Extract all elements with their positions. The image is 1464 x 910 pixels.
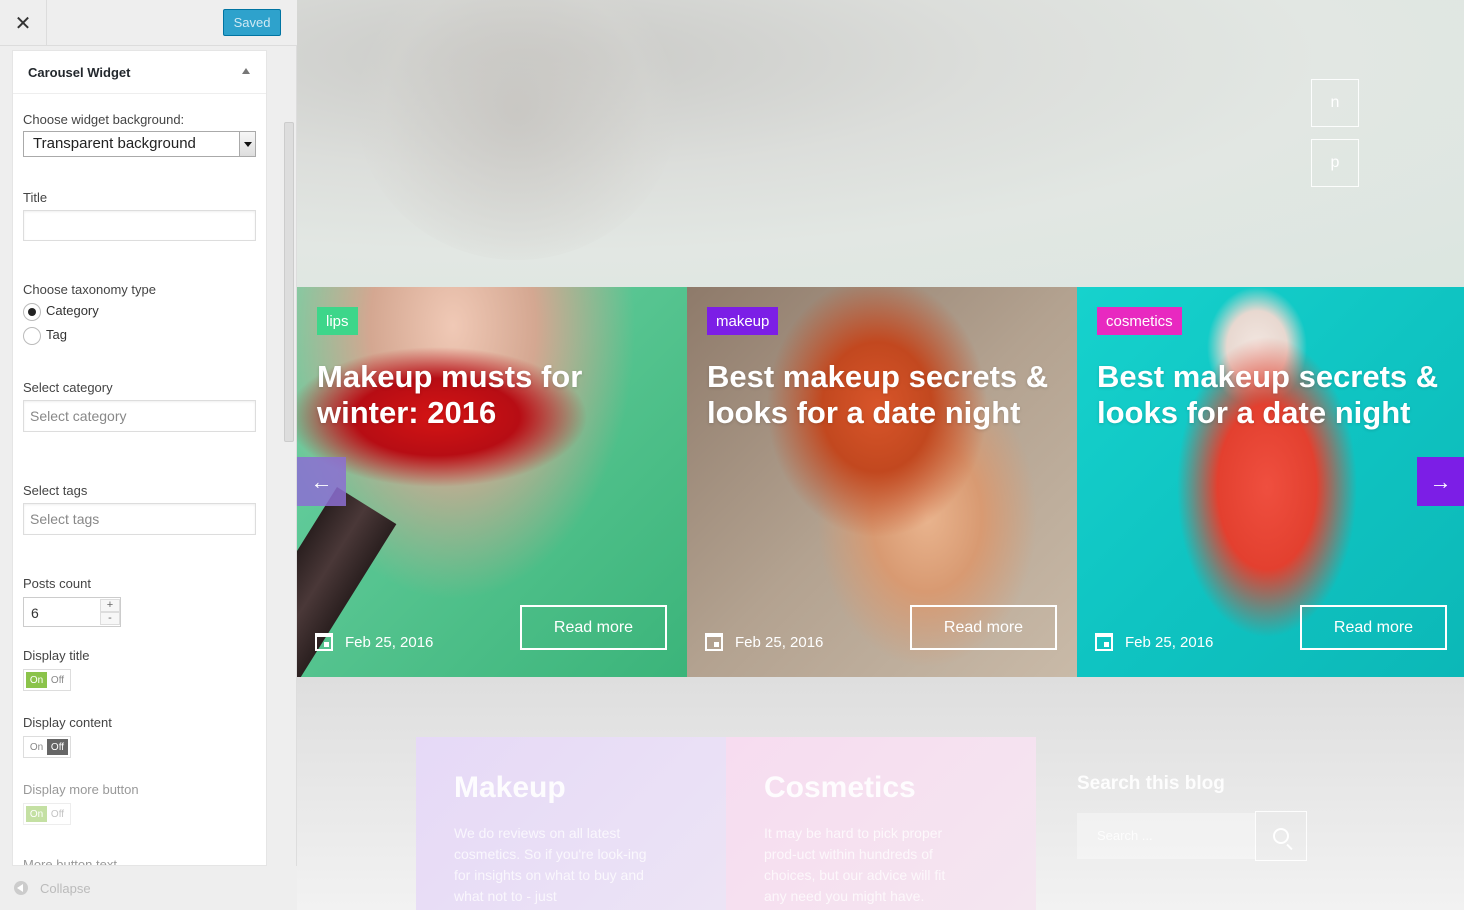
collapse-up-icon[interactable]: [242, 68, 250, 74]
title-label: Title: [23, 190, 48, 205]
carousel-card[interactable]: cosmetics Best makeup secrets & looks fo…: [1077, 287, 1464, 677]
display-title-label: Display title: [23, 648, 90, 663]
search-icon: [1273, 828, 1289, 844]
read-more-button[interactable]: Read more: [910, 605, 1057, 650]
saved-button[interactable]: Saved: [223, 9, 281, 36]
read-more-button[interactable]: Read more: [520, 605, 667, 650]
calendar-icon: [705, 633, 723, 651]
close-icon[interactable]: ✕: [0, 0, 47, 46]
search-input[interactable]: Search ...: [1077, 813, 1255, 859]
calendar-icon: [315, 633, 333, 651]
card-tag[interactable]: cosmetics: [1097, 307, 1182, 335]
toggle-on: On: [29, 741, 44, 753]
widget-title: Carousel Widget: [28, 64, 131, 80]
card-title[interactable]: Best makeup secrets & looks for a date n…: [1097, 359, 1457, 431]
display-more-toggle[interactable]: On Off: [23, 803, 71, 825]
taxonomy-label: Choose taxonomy type: [23, 282, 156, 297]
hero-next-button[interactable]: n: [1311, 79, 1359, 127]
sidebar-scrollbar[interactable]: [281, 46, 295, 866]
hero-image: [357, 0, 677, 260]
display-content-toggle[interactable]: On Off: [23, 736, 71, 758]
sidebar-header: ✕ Saved: [0, 0, 297, 46]
tags-select[interactable]: Select tags: [23, 503, 256, 535]
category-text: We do reviews on all latest cosmetics. S…: [454, 825, 647, 904]
collapse-bar[interactable]: Collapse: [0, 866, 297, 910]
toggle-off: Off: [50, 808, 65, 820]
background-select-value: Transparent background: [33, 135, 196, 152]
dropdown-arrow-icon[interactable]: [239, 132, 255, 156]
posts-count-value: 6: [31, 605, 39, 621]
category-title: Cosmetics: [764, 771, 916, 804]
widget-header[interactable]: Carousel Widget: [13, 51, 266, 94]
category-label: Select category: [23, 380, 113, 395]
toggle-off: Off: [50, 674, 65, 686]
category-text: It may be hard to pick proper prod-uct w…: [764, 825, 946, 904]
search-title: Search this blog: [1077, 773, 1225, 794]
radio-category-label: Category: [46, 303, 99, 318]
read-more-button[interactable]: Read more: [1300, 605, 1447, 650]
more-button-text-label: More button text: [23, 857, 117, 866]
display-more-label: Display more button: [23, 782, 139, 797]
radio-tag[interactable]: [23, 327, 41, 345]
hero-prev-button[interactable]: p: [1311, 139, 1359, 187]
search-button[interactable]: [1255, 811, 1307, 861]
scrollbar-thumb[interactable]: [284, 122, 294, 442]
toggle-off: Off: [47, 739, 68, 755]
carousel-card[interactable]: makeup Best makeup secrets & looks for a…: [687, 287, 1077, 677]
calendar-icon: [1095, 633, 1113, 651]
collapse-icon[interactable]: [14, 881, 28, 895]
site-preview: n p lips Makeup musts for winter: 2016 F…: [297, 0, 1464, 910]
radio-tag-label: Tag: [46, 327, 67, 342]
increment-icon[interactable]: +: [100, 599, 120, 612]
display-title-toggle[interactable]: On Off: [23, 669, 71, 691]
radio-category[interactable]: [23, 303, 41, 321]
card-date: Feb 25, 2016: [1125, 634, 1214, 651]
customizer-sidebar: ✕ Saved Carousel Widget Choose widget ba…: [0, 0, 297, 910]
widget-panel: Carousel Widget Choose widget background…: [12, 50, 267, 866]
category-select[interactable]: Select category: [23, 400, 256, 432]
hero-section: n p: [297, 0, 1464, 287]
carousel-card[interactable]: lips Makeup musts for winter: 2016 Feb 2…: [297, 287, 687, 677]
category-card-makeup[interactable]: Makeup We do reviews on all latest cosme…: [416, 737, 726, 910]
card-title[interactable]: Best makeup secrets & looks for a date n…: [707, 359, 1067, 431]
decrement-icon[interactable]: -: [100, 612, 120, 625]
card-date: Feb 25, 2016: [735, 634, 824, 651]
posts-count-stepper[interactable]: 6 + -: [23, 597, 121, 627]
posts-count-label: Posts count: [23, 576, 91, 591]
display-content-label: Display content: [23, 715, 112, 730]
toggle-on: On: [26, 806, 47, 822]
category-card-cosmetics[interactable]: Cosmetics It may be hard to pick proper …: [726, 737, 1036, 910]
card-date: Feb 25, 2016: [345, 634, 434, 651]
card-tag[interactable]: lips: [317, 307, 358, 335]
category-title: Makeup: [454, 771, 566, 804]
background-label: Choose widget background:: [23, 112, 185, 127]
tags-label: Select tags: [23, 483, 88, 498]
background-select[interactable]: Transparent background: [23, 131, 256, 157]
collapse-label[interactable]: Collapse: [40, 881, 91, 896]
arrow-right-icon[interactable]: →: [1417, 457, 1464, 506]
card-title[interactable]: Makeup musts for winter: 2016: [317, 359, 677, 431]
lower-section: Makeup We do reviews on all latest cosme…: [297, 677, 1464, 910]
toggle-on: On: [26, 672, 47, 688]
arrow-left-icon[interactable]: ←: [297, 457, 346, 506]
title-input[interactable]: [23, 210, 256, 241]
card-tag[interactable]: makeup: [707, 307, 779, 335]
